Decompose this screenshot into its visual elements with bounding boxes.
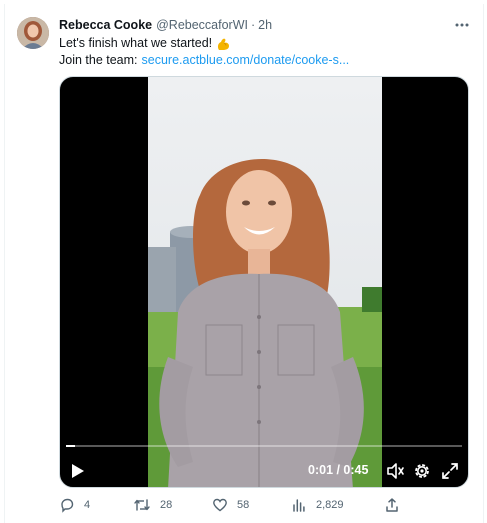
views-count: 2,829 xyxy=(316,499,344,511)
author-handle[interactable]: @RebeccaforWI xyxy=(156,18,248,32)
views-icon xyxy=(291,497,307,513)
repost-button[interactable]: 28 xyxy=(133,496,172,514)
tweet-text: Let's finish what we started! Join the t… xyxy=(59,35,349,69)
volume-icon[interactable] xyxy=(385,461,405,481)
share-icon xyxy=(384,497,400,513)
more-options-icon[interactable] xyxy=(453,16,471,34)
like-button[interactable]: 58 xyxy=(212,496,249,514)
reply-count: 4 xyxy=(84,499,91,511)
author-name[interactable]: Rebecca Cooke xyxy=(59,18,152,32)
views-button[interactable]: 2,829 xyxy=(291,496,344,514)
repost-count: 28 xyxy=(160,499,173,511)
settings-gear-icon[interactable] xyxy=(412,461,432,481)
fullscreen-icon[interactable] xyxy=(440,461,460,481)
reply-icon xyxy=(59,497,75,513)
video-timecode: 0:01 / 0:45 xyxy=(308,463,369,477)
heart-icon xyxy=(212,497,228,513)
video-progress-bar[interactable] xyxy=(66,445,462,447)
tweet-text-line1: Let's finish what we started! xyxy=(59,36,213,50)
share-button[interactable] xyxy=(384,496,400,514)
avatar[interactable] xyxy=(17,17,49,49)
video-progress-fill xyxy=(66,445,75,447)
tweet-header: Rebecca Cooke @RebeccaforWI · 2h xyxy=(59,17,272,33)
play-icon[interactable] xyxy=(68,461,88,481)
reply-button[interactable]: 4 xyxy=(59,496,90,514)
tweet-text-line2: Join the team: xyxy=(59,53,138,67)
separator-dot: · xyxy=(251,18,256,32)
flexed-biceps-icon xyxy=(216,37,231,51)
donate-link[interactable]: secure.actblue.com/donate/cooke-s... xyxy=(142,52,350,69)
video-still xyxy=(148,77,382,487)
like-count: 58 xyxy=(237,499,250,511)
video-controls: 0:01 / 0:45 xyxy=(60,457,468,485)
tweet-actions: 4 28 58 2,829 xyxy=(59,496,409,514)
tweet-time[interactable]: 2h xyxy=(258,18,272,32)
video-player[interactable]: 0:01 / 0:45 xyxy=(59,76,469,488)
repost-icon xyxy=(133,497,151,513)
